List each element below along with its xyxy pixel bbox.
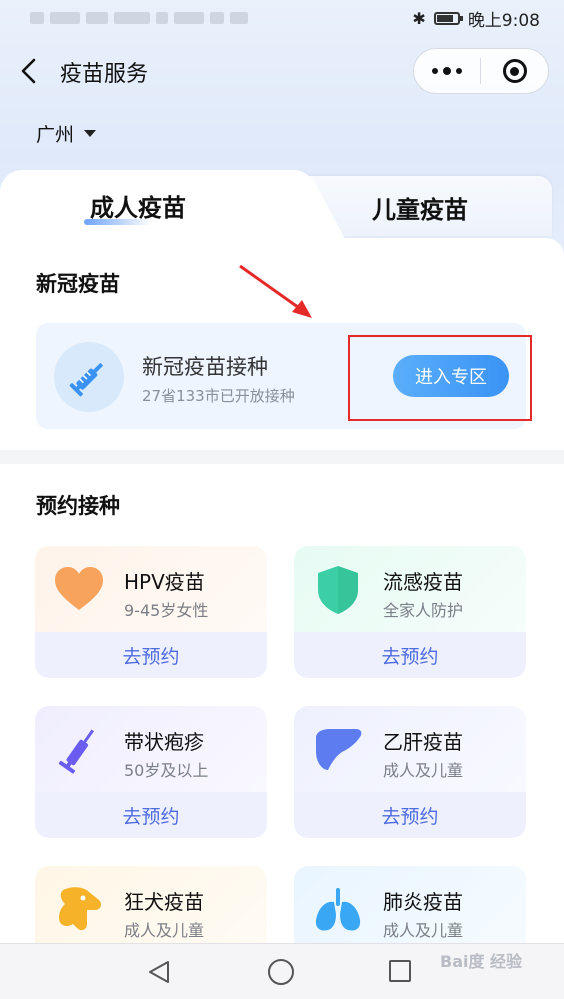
covid-card-subtitle: 27省133市已开放接种 — [142, 387, 295, 405]
chevron-left-icon — [21, 58, 36, 84]
navigation-bar: 疫苗服务 — [0, 44, 564, 100]
vaccine-name: 乙肝疫苗 — [383, 730, 463, 754]
book-button[interactable]: 去预约 — [35, 792, 267, 838]
vaccine-desc: 全家人防护 — [383, 601, 464, 620]
back-button[interactable] — [18, 56, 42, 86]
bluetooth-icon: ✱ — [412, 8, 426, 28]
vaccine-desc: 50岁及以上 — [124, 761, 209, 780]
vaccine-card-hpv[interactable]: HPV疫苗 9-45岁女性 去预约 — [35, 546, 267, 678]
vaccine-card-hepatitis-b[interactable]: 乙肝疫苗 成人及儿童 去预约 — [294, 706, 526, 838]
battery-icon — [433, 11, 463, 25]
book-button[interactable]: 去预约 — [294, 792, 526, 838]
tab-adult-label: 成人疫苗 — [90, 194, 186, 222]
city-selector[interactable]: 广州 — [36, 120, 97, 147]
system-recent-apps-icon[interactable] — [389, 960, 411, 982]
syringe-icon — [58, 729, 94, 774]
mini-program-capsule — [413, 48, 549, 94]
more-button[interactable] — [414, 67, 480, 75]
page-title: 疫苗服务 — [60, 62, 149, 87]
status-bar: ✱ 晚上9:08 — [0, 0, 564, 36]
liver-icon — [316, 729, 362, 770]
section-title-covid: 新冠疫苗 — [36, 272, 120, 296]
heart-icon — [55, 567, 103, 610]
close-miniprogram-button[interactable] — [481, 59, 548, 83]
target-icon — [502, 59, 527, 83]
book-button[interactable]: 去预约 — [294, 632, 526, 678]
vaccine-desc: 成人及儿童 — [383, 921, 464, 940]
vaccine-desc: 成人及儿童 — [383, 761, 464, 780]
section-divider — [0, 450, 564, 464]
shield-icon — [318, 566, 358, 614]
annotation-arrow-icon — [239, 264, 312, 318]
vaccine-name: HPV疫苗 — [124, 570, 205, 594]
status-time: 晚上9:08 — [467, 10, 540, 31]
annotation-highlight-box — [348, 335, 532, 421]
tab-children-label: 儿童疫苗 — [372, 196, 468, 224]
city-label: 广州 — [36, 124, 75, 146]
vaccine-name: 流感疫苗 — [383, 570, 463, 594]
section-title-booking: 预约接种 — [36, 494, 120, 518]
vaccine-name: 肺炎疫苗 — [383, 890, 463, 914]
covid-card-title: 新冠疫苗接种 — [142, 355, 268, 379]
lungs-icon — [315, 888, 361, 931]
status-carrier-blurred — [30, 12, 248, 24]
system-back-icon[interactable] — [146, 959, 172, 985]
vaccine-card-shingles[interactable]: 带状疱疹 50岁及以上 去预约 — [35, 706, 267, 838]
book-button[interactable]: 去预约 — [35, 632, 267, 678]
watermark: Bai度 经验 — [440, 952, 523, 971]
vaccine-name: 狂犬疫苗 — [124, 890, 204, 914]
vaccine-card-flu[interactable]: 流感疫苗 全家人防护 去预约 — [294, 546, 526, 678]
system-home-icon[interactable] — [268, 959, 294, 985]
dog-icon — [59, 887, 102, 931]
caret-down-icon — [84, 130, 97, 137]
vaccine-desc: 成人及儿童 — [124, 921, 205, 940]
syringe-icon — [54, 342, 124, 412]
vaccine-name: 带状疱疹 — [124, 730, 204, 754]
vaccine-desc: 9-45岁女性 — [124, 601, 209, 620]
